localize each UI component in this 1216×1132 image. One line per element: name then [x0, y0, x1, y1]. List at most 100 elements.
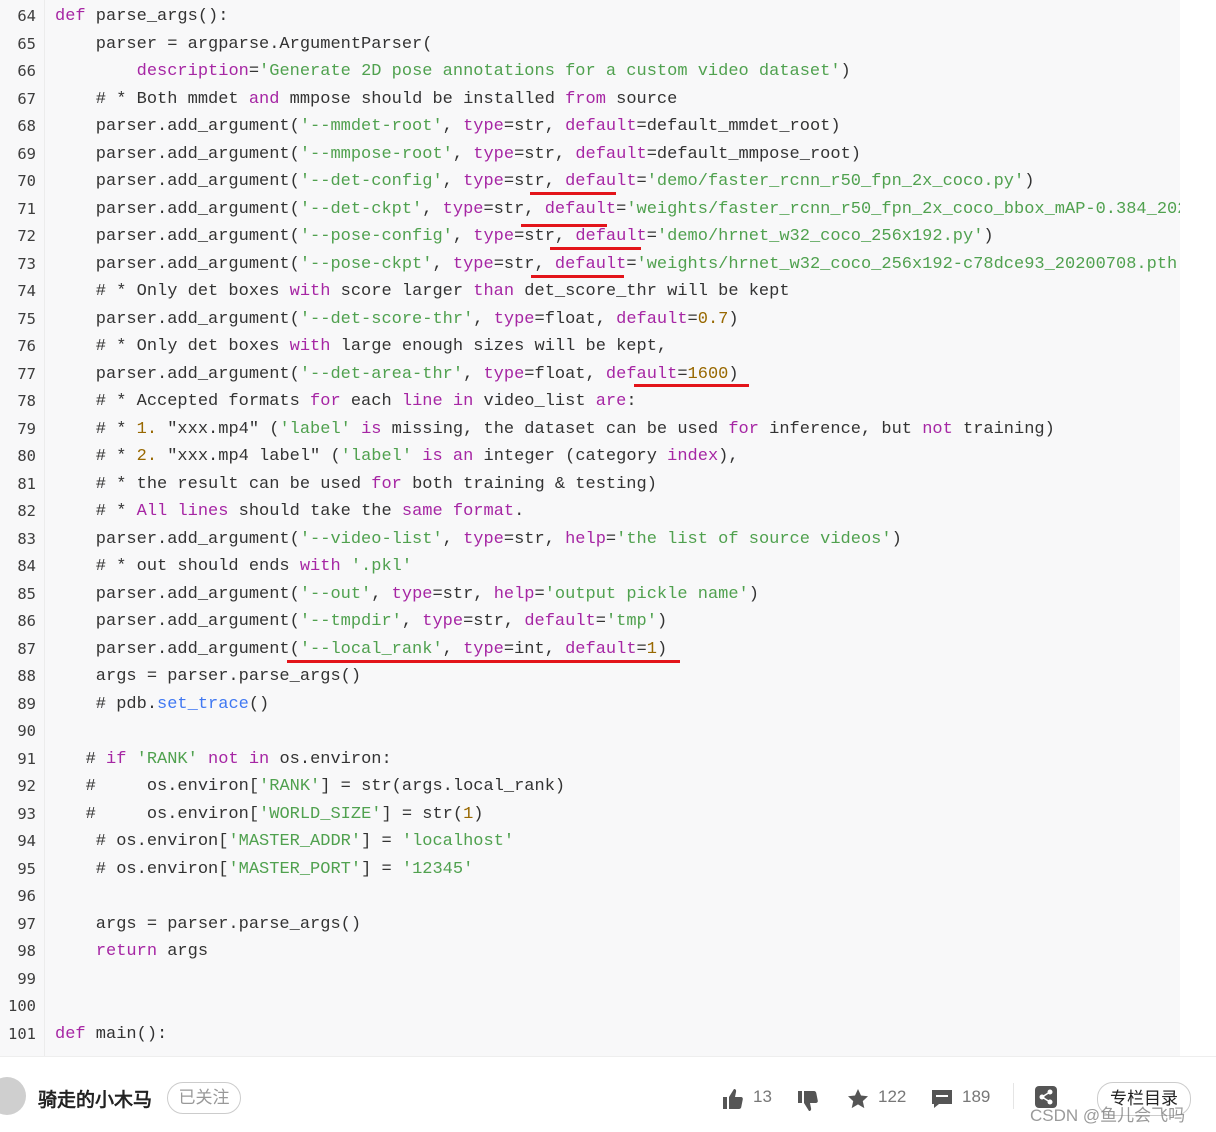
line-number: 100: [8, 997, 36, 1015]
annotation-underline: [550, 247, 641, 250]
code-line: 75 parser.add_argument('--det-score-thr'…: [0, 306, 1180, 334]
code-text: # if 'RANK' not in os.environ:: [55, 749, 392, 769]
line-number: 98: [17, 942, 36, 960]
follow-button[interactable]: 已关注: [167, 1082, 241, 1114]
annotation-underline: [530, 192, 616, 195]
line-number: 96: [17, 887, 36, 905]
line-number: 92: [17, 777, 36, 795]
code-line: 100: [0, 993, 1180, 1021]
code-text: # * Only det boxes with score larger tha…: [55, 282, 790, 301]
code-line: 83 parser.add_argument('--video-list', t…: [0, 526, 1180, 554]
line-number: 70: [17, 172, 36, 190]
code-line: 77 parser.add_argument('--det-area-thr',…: [0, 361, 1180, 389]
code-line: 76 # * Only det boxes with large enough …: [0, 333, 1180, 361]
code-line: 73 parser.add_argument('--pose-ckpt', ty…: [0, 251, 1180, 279]
code-text: return args: [95, 942, 209, 961]
code-text: # * Only det boxes with large enough siz…: [55, 337, 668, 356]
code-text: # os.environ['RANK'] = str(args.local_ra…: [55, 777, 566, 796]
code-line: 64 def parse_args():: [0, 3, 1180, 31]
code-text: # * the result can be used for both trai…: [55, 474, 657, 494]
code-text: parser.add_argument('--det-score-thr', t…: [55, 309, 739, 329]
code-line: 92 # os.environ['RANK'] = str(args.local…: [0, 773, 1180, 801]
code-text: parser.add_argument('--out', type=str, h…: [55, 584, 759, 604]
thumbs-up-icon[interactable]: [721, 1087, 745, 1111]
line-number: 69: [17, 144, 36, 163]
line-number: 97: [17, 914, 36, 933]
code-line: 86 parser.add_argument('--tmpdir', type=…: [0, 608, 1180, 636]
line-number: 77: [17, 364, 36, 383]
line-number: 85: [17, 584, 36, 603]
code-line: 93 # os.environ['WORLD_SIZE'] = str(1): [0, 801, 1180, 829]
thumbs-down-icon[interactable]: [796, 1089, 820, 1113]
code-line: 99: [0, 966, 1180, 994]
code-text: parser.add_argument('--local_rank', type…: [55, 639, 668, 659]
line-number: 99: [17, 969, 36, 988]
annotation-underline: [521, 224, 607, 227]
code-text: # os.environ['MASTER_ADDR'] = 'localhost…: [55, 832, 515, 851]
code-line: 90: [0, 718, 1180, 746]
line-number: 86: [17, 612, 36, 630]
code-line: 94 # os.environ['MASTER_ADDR'] = 'localh…: [0, 828, 1180, 856]
code-text: # * Accepted formats for each line in vi…: [55, 392, 637, 411]
code-line: 91 # if 'RANK' not in os.environ:: [0, 746, 1180, 774]
code-line: 98 return args: [0, 938, 1180, 966]
like-count: 13: [753, 1087, 772, 1106]
code-line: 67 # * Both mmdet and mmpose should be i…: [0, 86, 1180, 114]
line-number: 80: [17, 447, 36, 465]
code-line: 71 parser.add_argument('--det-ckpt', typ…: [0, 196, 1180, 224]
code-text: parser.add_argument('--tmpdir', type=str…: [55, 612, 668, 631]
line-number: 78: [17, 392, 36, 410]
star-icon[interactable]: [846, 1087, 870, 1111]
code-text: parser = argparse.ArgumentParser(: [55, 34, 433, 54]
divider: [1013, 1083, 1014, 1109]
code-line: 101 def main():: [0, 1021, 1180, 1049]
code-text: def main():: [55, 1024, 168, 1044]
code-text: def parse_args():: [55, 7, 229, 26]
code-line: 95 # os.environ['MASTER_PORT'] = '12345': [0, 856, 1180, 884]
code-text: parser.add_argument('--mmpose-root', typ…: [55, 144, 861, 164]
code-line: 80 # * 2. "xxx.mp4 label" ('label' is an…: [0, 443, 1180, 471]
line-number: 88: [17, 667, 36, 685]
code-line: 84 # * out should ends with '.pkl': [0, 553, 1180, 581]
line-number: 101: [8, 1024, 36, 1043]
line-number: 95: [17, 859, 36, 878]
code-text: parser.add_argument('--pose-ckpt', type=…: [55, 254, 1180, 274]
code-line: 89 # pdb.set_trace(): [0, 691, 1180, 719]
comment-icon[interactable]: [930, 1087, 954, 1111]
line-number: 87: [17, 639, 36, 658]
watermark: CSDN @鱼儿会飞吗: [1030, 1106, 1186, 1125]
author-name[interactable]: 骑走的小木马: [38, 1085, 152, 1112]
code-text: parser.add_argument('--video-list', type…: [55, 529, 902, 549]
code-text: args = parser.parse_args(): [55, 914, 362, 934]
annotation-underline: [531, 275, 624, 278]
annotation-underline: [634, 384, 749, 387]
line-number: 76: [17, 337, 36, 355]
star-count: 122: [878, 1087, 907, 1106]
code-line: 87 parser.add_argument('--local_rank', t…: [0, 636, 1180, 664]
article-footer-bar: 骑走的小木马 已关注 13 122 189 专栏目录 CSDN @鱼儿会飞吗: [0, 1056, 1216, 1132]
code-text: parser.add_argument('--mmdet-root', type…: [55, 117, 841, 136]
line-number: 91: [17, 749, 36, 768]
code-line: 88 args = parser.parse_args(): [0, 663, 1180, 691]
code-line: 96: [0, 883, 1180, 911]
comment-count: 189: [962, 1087, 991, 1106]
code-line: 78 # * Accepted formats for each line in…: [0, 388, 1180, 416]
line-number: 83: [17, 529, 36, 548]
code-line: 97 args = parser.parse_args(): [0, 911, 1180, 939]
line-number: 73: [17, 254, 36, 273]
code-text: # os.environ['WORLD_SIZE'] = str(1): [55, 804, 484, 824]
code-line: 85 parser.add_argument('--out', type=str…: [0, 581, 1180, 609]
code-text: parser.add_argument('--det-ckpt', type=s…: [55, 199, 1180, 219]
line-number: 74: [17, 282, 36, 300]
code-text: # pdb.set_trace(): [55, 694, 270, 714]
line-number: 79: [17, 419, 36, 438]
line-number: 71: [17, 199, 36, 218]
line-number: 94: [17, 832, 36, 850]
line-number: 82: [17, 502, 36, 520]
code-text: # * All lines should take the same forma…: [55, 502, 525, 521]
line-number: 81: [17, 474, 36, 493]
code-line: 66 description='Generate 2D pose annotat…: [0, 58, 1180, 86]
code-line: 74 # * Only det boxes with score larger …: [0, 278, 1180, 306]
avatar[interactable]: [0, 1077, 26, 1115]
line-number: 64: [17, 7, 36, 25]
